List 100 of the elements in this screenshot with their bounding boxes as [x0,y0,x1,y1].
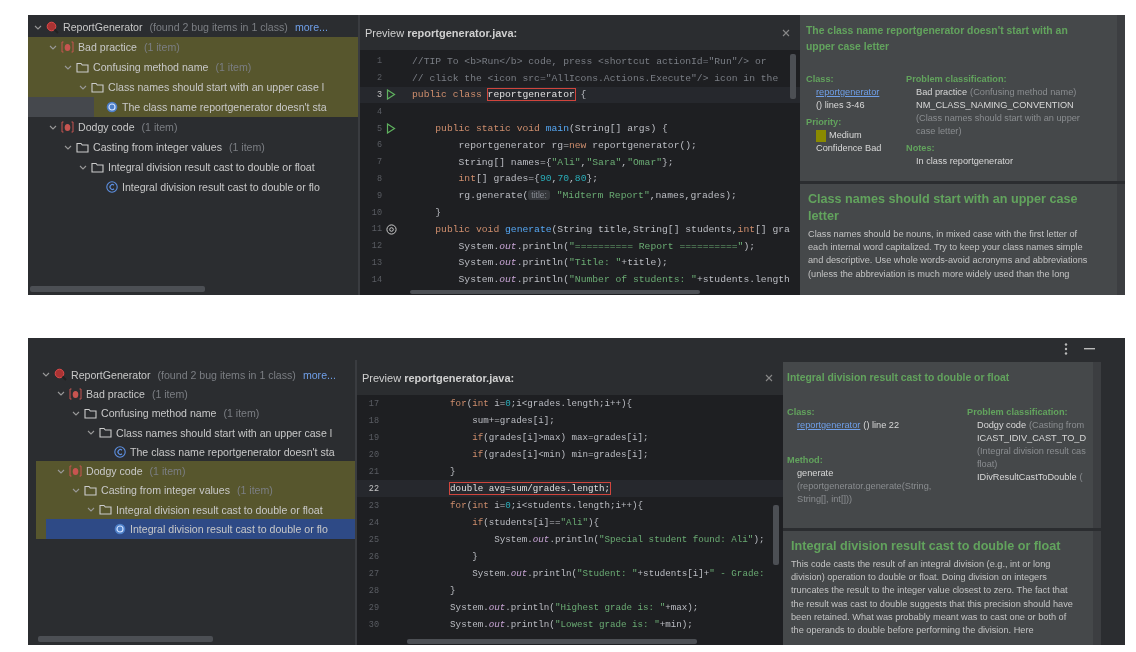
tree-item-label: Casting from integer values [101,484,230,497]
code-line: } [449,466,456,477]
chevron-down-icon[interactable] [72,410,80,416]
code-line: } [434,207,442,219]
tree-item-label: Bad practice [86,387,145,400]
class-link[interactable]: reportgenerator [797,419,861,432]
tree-row[interactable]: Class names should start with an upper case l [36,422,355,443]
close-icon[interactable] [782,28,790,37]
bug-icon [69,465,82,478]
chevron-down-icon[interactable] [64,64,72,70]
line-number: 24 [367,517,379,528]
tree-row[interactable]: Casting from integer values (1 item) [28,137,358,157]
scrollbar-thumb[interactable] [38,636,213,642]
chevron-down-icon[interactable] [87,430,95,436]
tree-item-label: Dodgy code [86,465,143,478]
info-text: Medium [829,129,862,142]
item-count: (1 item) [236,484,273,497]
chevron-down-icon[interactable] [79,164,87,170]
line-number: 21 [367,466,379,477]
line-number: 19 [367,432,379,443]
more-link[interactable]: more... [294,21,328,33]
chevron-down-icon[interactable] [57,468,65,474]
scrollbar-thumb[interactable] [410,290,700,294]
tree-row[interactable]: Confusing method name (1 item) [36,403,355,423]
item-count: (1 item) [151,387,188,400]
tree-row[interactable]: Dodgy code (1 item) [36,461,355,481]
tree-row[interactable]: Bad practice (1 item) [36,384,355,404]
scrollbar-thumb[interactable] [30,286,205,292]
description-text: Class names should be nouns, in mixed case with the first letter of each internal word capitalized. Try to keep your class names simple and descriptive. Use whole words-avoid acronyms and abbreviations (unless the abbreviation is much more widely used than the long [808,228,1089,281]
tree-item-label: Confusing method name [93,61,209,73]
more-link[interactable]: more... [302,368,336,381]
tree-row[interactable]: ReportGenerator (found 2 bug items in 1 class) more... [36,365,355,385]
section-heading: Problem classification: [967,406,1069,419]
folder-icon [84,407,97,419]
line-number: 5 [375,123,382,134]
tree-item-label: Dodgy code [78,121,135,133]
tree-row[interactable]: Bad practice (1 item) [28,37,358,57]
item-count: (1 item) [143,41,180,53]
info-note: case letter) [916,125,962,138]
tree-row[interactable]: The class name reportgenerator doesn't sta [28,97,358,117]
tree-item-label: The class name reportgenerator doesn't sta [122,101,327,113]
tree-row[interactable]: Casting from integer values (1 item) [36,480,355,501]
tree-row[interactable]: Confusing method name (1 item) [28,57,358,77]
bug-title: The class name reportgenerator doesn't start with an upper case letter [806,24,1069,54]
chevron-down-icon[interactable] [57,391,65,397]
scrollbar-thumb[interactable] [407,639,697,644]
more-options-icon[interactable] [1064,343,1068,355]
chevron-down-icon[interactable] [87,507,95,513]
scrollbar-thumb[interactable] [790,54,796,99]
info-note: (reportgenerator.generate(String, [797,480,932,493]
description-title: Integral division result cast to double or float [791,538,1062,555]
close-icon[interactable] [765,373,773,382]
chevron-down-icon[interactable] [49,44,57,50]
code-line: System.out.println("Number of students: "+students.length [457,274,790,286]
tree-row[interactable]: The class name reportgenerator doesn't sta [36,442,355,462]
tree-item-label: The class name reportgenerator doesn't sta [130,445,335,458]
line-number: 17 [367,398,379,409]
chevron-down-icon[interactable] [34,24,42,30]
tree-row[interactable]: Integral division result cast to double or float [28,157,358,177]
tree-row[interactable]: Dodgy code (1 item) [28,117,358,137]
minimize-icon[interactable] [1084,348,1095,350]
item-count: (1 item) [215,61,252,73]
chevron-down-icon[interactable] [72,487,80,493]
tree-row[interactable]: ReportGenerator (found 2 bug items in 1 class) more... [28,17,358,37]
code-line: System.out.println("Highest grade is: "+max); [449,602,699,613]
line-number: 12 [370,241,382,252]
folder-icon [91,81,104,93]
scrollbar-thumb[interactable] [773,505,779,565]
code-line: for(int i=0;i<grades.length;i++){ [449,398,633,409]
tree-row[interactable]: Integral division result cast to double or flo [28,177,358,197]
item-count: (1 item) [223,407,260,420]
folder-icon [99,504,112,516]
code-line: rg.generate( title: "Midterm Report",names,grades); [457,190,737,202]
folder-icon [76,141,89,153]
item-count: (found 2 bug items in 1 class) [157,368,296,381]
tree-item-label: Integral division result cast to double or flo [122,181,320,193]
code-line: System.out.println("Lowest grade is: "+min); [449,619,693,630]
tree-row[interactable]: Integral division result cast to double or flo [36,519,355,539]
section-heading: Class: [787,406,816,419]
code-line: if(grades[i]>max) max=grades[i]; [471,432,649,443]
tree-item-label: ReportGenerator [71,368,151,381]
chevron-down-icon[interactable] [79,84,87,90]
run-icon[interactable] [386,123,396,135]
tree-item-label: Casting from integer values [93,141,222,153]
info-text: IDivResultCastToDouble [977,471,1077,484]
code-line: System.out.println("Title: "+title); [457,257,668,269]
chevron-down-icon[interactable] [42,372,50,378]
folder-icon [91,161,104,173]
tree-row[interactable]: Integral division result cast to double or float [36,500,355,520]
info-note: float) [977,458,998,471]
chevron-down-icon[interactable] [49,124,57,130]
tree-row[interactable]: Class names should start with an upper case l [28,77,358,97]
chevron-down-icon[interactable] [64,144,72,150]
code-line: System.out.println("Special student found: Ali"); [493,534,765,545]
class-link[interactable]: reportgenerator [816,86,880,99]
run-icon[interactable] [386,89,396,101]
code-line: if(grades[i]<min) min=grades[i]; [471,449,649,460]
description-title: Class names should start with an upper case letter [808,191,1079,225]
code-line: //TIP To <b>Run</b> code, press <shortcut actionId="Run"/> or [412,55,767,67]
code-line: int[] grades={90,70,80}; [457,173,599,185]
